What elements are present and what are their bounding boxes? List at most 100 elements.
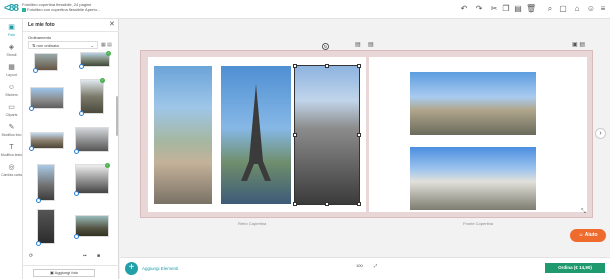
rotate-handle-icon[interactable]: ↻ (322, 43, 329, 50)
plus-icon: + (125, 262, 138, 275)
clipart-icon: ▭ (8, 104, 15, 111)
paste-icon[interactable]: ▤ (513, 4, 523, 14)
chat-icon[interactable]: ▢ (558, 4, 568, 14)
next-page-button[interactable]: › (595, 128, 606, 139)
app-logo[interactable]: <88 (4, 3, 19, 14)
select-radio[interactable] (74, 191, 79, 196)
chevron-right-icon: › (599, 130, 602, 137)
select-radio[interactable] (29, 146, 34, 151)
paper-icon: ◎ (8, 164, 15, 171)
close-icon[interactable]: ✕ (109, 20, 115, 28)
sort-select[interactable]: ⇅ non ordinata ⌄ (28, 41, 98, 49)
book-spread (140, 50, 593, 218)
used-check-icon: ✓ (100, 78, 105, 83)
top-bar: <88 Fotolibro copertina flessibile, 24 p… (0, 0, 610, 19)
zoom-level[interactable]: 100 ⤢ (356, 263, 377, 268)
rail-item-stickers[interactable]: ☺ Stickers (0, 84, 23, 97)
photos-panel: Le mie foto ✕ Ordinamento ⇅ non ordinata… (23, 19, 119, 279)
add-elements-button[interactable]: + Aggiungi Elementi (125, 262, 185, 275)
photo-thumbnail[interactable] (74, 215, 109, 239)
photo-thumbnail[interactable]: ✓ (79, 78, 105, 116)
resize-handle[interactable] (357, 64, 361, 68)
add-photo-button[interactable]: ▣ Aggiungi foto (33, 269, 95, 277)
photo-sacre-coeur[interactable] (410, 147, 536, 210)
panel-footer: ▣ Aggiungi foto (23, 265, 119, 279)
resize-handle[interactable] (293, 133, 297, 137)
front-cover-caption: Fronte Copertina (463, 221, 494, 226)
rail-item-layout[interactable]: ▦ Layout (0, 64, 23, 77)
refresh-icon[interactable]: ⟳ (29, 253, 33, 259)
photo-icon: ▣ (8, 24, 15, 31)
photo-church[interactable] (294, 65, 360, 205)
divider (23, 31, 119, 32)
select-radio[interactable] (74, 234, 79, 239)
project-line-2: Fotolibro con copertina flessibile Apert… (27, 7, 101, 12)
menu-icon[interactable]: ≡ (598, 4, 608, 14)
photo-thumbnail[interactable]: ✓ (79, 51, 111, 69)
eiffel-tower-icon (241, 84, 271, 181)
select-radio[interactable] (29, 106, 34, 111)
grid-large-icon[interactable]: ■ (97, 253, 100, 259)
view-toggle[interactable]: ▦ ▤ (101, 42, 112, 48)
resize-handle[interactable] (293, 202, 297, 206)
sticker-icon: ☺ (7, 84, 16, 91)
photo-street[interactable] (154, 66, 212, 204)
page-front-cover[interactable] (369, 57, 587, 212)
account-icon[interactable]: ☺ (586, 4, 596, 14)
photo-thumbnail[interactable] (33, 53, 58, 73)
used-check-icon: ✓ (105, 163, 110, 168)
photo-thumbnail[interactable] (29, 87, 64, 111)
select-radio[interactable] (36, 198, 41, 203)
undo-icon[interactable]: ↶ (459, 4, 469, 14)
edit-photo-icon: ✎ (8, 124, 15, 131)
fullscreen-icon[interactable]: ⤢ (374, 263, 377, 268)
project-info: Fotolibro copertina flessibile, 24 pagin… (22, 2, 162, 12)
status-dot-icon (22, 7, 26, 12)
background-icon: ◈ (8, 44, 15, 51)
select-radio[interactable] (79, 111, 84, 116)
panel-scrollbar[interactable] (116, 96, 118, 136)
select-radio[interactable] (79, 64, 84, 69)
redo-icon[interactable]: ↷ (474, 4, 484, 14)
cart-icon[interactable]: ⌂ (572, 4, 582, 14)
resize-handle[interactable] (293, 64, 297, 68)
rail-item-photos[interactable]: ▣ Foto (0, 24, 23, 37)
page-back-cover[interactable] (148, 57, 366, 212)
used-check-icon: ✓ (106, 51, 111, 56)
photo-thumbnail[interactable] (36, 164, 55, 203)
page-icon-left[interactable]: ▤ (355, 41, 361, 48)
cut-icon[interactable]: ✂ (489, 4, 499, 14)
sort-label: Ordinamento (28, 35, 52, 40)
rail-item-backgrounds[interactable]: ◈ Sfondi (0, 44, 23, 57)
select-radio[interactable] (33, 68, 38, 73)
photo-thumbnail[interactable]: ✓ (74, 163, 110, 196)
photo-thumbnail[interactable] (74, 127, 109, 154)
select-radio[interactable] (74, 149, 79, 154)
resize-handle[interactable] (325, 64, 329, 68)
help-button[interactable]: ☺ Aiuto (570, 229, 606, 242)
photo-thumbnail[interactable] (29, 132, 64, 151)
rail-item-edit-text[interactable]: T Modifica testo (0, 144, 23, 157)
photo-arc-de-triomphe[interactable] (410, 72, 536, 135)
resize-handle[interactable] (357, 202, 361, 206)
back-cover-caption: Retro Copertina (238, 221, 267, 226)
copy-icon[interactable]: ❐ (501, 4, 511, 14)
resize-corner-icon[interactable]: ⤡ (581, 209, 586, 216)
rail-item-cliparts[interactable]: ▭ Cliparts (0, 104, 23, 117)
resize-handle[interactable] (357, 133, 361, 137)
rail-item-edit-photo[interactable]: ✎ Modifica foto (0, 124, 23, 137)
photo-eiffel[interactable] (221, 66, 291, 204)
page-settings-icon[interactable]: ▣ ▤ (572, 41, 585, 48)
photo-thumbnail[interactable] (36, 209, 55, 246)
resize-handle[interactable] (325, 202, 329, 206)
bottom-bar: + Aggiungi Elementi 100 ⤢ Ordina (€ 14,9… (120, 257, 610, 279)
grid-small-icon[interactable]: ▪▪ (83, 253, 87, 259)
rail-item-change-paper[interactable]: ◎ Cambia carta (0, 164, 23, 177)
tool-rail: ▣ Foto ◈ Sfondi ▦ Layout ☺ Stickers ▭ Cl… (0, 19, 23, 279)
delete-icon[interactable]: 🗑 (526, 4, 536, 14)
panel-title: Le mie foto (28, 22, 55, 28)
order-button[interactable]: Ordina (€ 14,90) (545, 263, 605, 273)
select-radio[interactable] (36, 241, 41, 246)
search-icon[interactable]: ⌕ (545, 4, 555, 14)
page-icon-right[interactable]: ▤ (368, 41, 374, 48)
